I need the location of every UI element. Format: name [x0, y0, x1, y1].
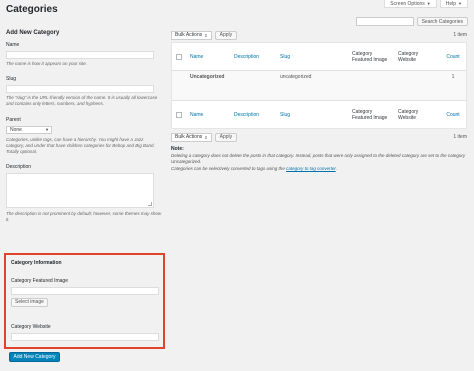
caret-down-icon: ▼ — [458, 1, 462, 6]
tablenav-bottom: Bulk Actions ⇕ Apply 1 item — [171, 132, 467, 142]
resize-handle-icon[interactable] — [148, 202, 152, 207]
tablenav-top: Bulk Actions ⇕ Apply 1 item — [171, 30, 467, 40]
select-all-checkbox-bottom[interactable] — [176, 111, 182, 118]
column-featured-image: Category Featured Image — [352, 50, 388, 63]
category-information-heading: Category Information — [11, 260, 62, 266]
column-name-footer[interactable]: Name — [186, 101, 230, 129]
featured-image-input[interactable] — [11, 287, 159, 295]
apply-button[interactable]: Apply — [214, 30, 238, 40]
name-label: Name — [6, 42, 20, 48]
convert-note-prefix: Categories can be selectively converted … — [171, 165, 287, 171]
featured-image-label: Category Featured Image — [11, 278, 68, 284]
delete-note: Deleting a category does not delete the … — [171, 153, 466, 165]
slug-help: The “slug” is the URL-friendly version o… — [6, 95, 158, 107]
category-notes: Note: Deleting a category does not delet… — [171, 146, 467, 172]
screen-options-label: Screen Options — [390, 0, 425, 7]
apply-button-bottom[interactable]: Apply — [214, 132, 238, 142]
column-description-footer[interactable]: Description — [230, 101, 276, 129]
help-tab[interactable]: Help ▼ — [439, 0, 468, 8]
column-description[interactable]: Description — [230, 43, 276, 71]
page-title: Categories — [6, 4, 58, 15]
table-header-row: Name Description Slug Category Featured … — [171, 43, 467, 71]
category-slug: uncategorized — [280, 74, 312, 80]
select-arrows-icon: ⇕ — [204, 134, 208, 140]
bulk-actions-select[interactable]: Bulk Actions ⇕ — [171, 30, 212, 40]
column-slug[interactable]: Slug — [276, 43, 348, 71]
bulk-actions-label: Bulk Actions — [175, 134, 203, 140]
parent-selected-value: None — [10, 126, 22, 133]
select-all-checkbox[interactable] — [176, 53, 182, 60]
website-input[interactable] — [11, 333, 159, 341]
convert-note-suffix: . — [335, 165, 337, 171]
description-help: The description is not prominent by defa… — [6, 211, 162, 223]
select-arrows-icon: ⇕ — [204, 32, 208, 38]
column-count[interactable]: Count — [440, 43, 467, 71]
category-featured-image — [348, 71, 394, 101]
category-description — [230, 71, 276, 101]
categories-list: Bulk Actions ⇕ Apply 1 item Name Descrip… — [171, 30, 467, 172]
search-box: Search Categories — [355, 17, 468, 26]
category-name-link[interactable]: Uncategorized — [186, 71, 230, 101]
parent-label: Parent — [6, 116, 21, 123]
category-count-link[interactable]: 1 — [440, 71, 467, 101]
name-help: The name is how it appears on your site. — [6, 61, 88, 66]
slug-label: Slug — [6, 76, 17, 83]
name-input[interactable] — [6, 51, 154, 59]
form-title: Add New Category — [6, 30, 60, 36]
search-categories-button[interactable]: Search Categories — [416, 17, 468, 26]
column-featured-image-footer: Category Featured Image — [352, 108, 388, 121]
item-count: 1 item — [453, 32, 467, 38]
screen-meta-links: Screen Options ▼ Help ▼ — [384, 0, 468, 8]
column-count-footer[interactable]: Count — [440, 101, 467, 129]
column-website-footer: Category Website — [398, 108, 419, 121]
category-website — [394, 71, 440, 101]
add-category-form: Add New Category Name The name is how it… — [6, 30, 162, 233]
column-slug-footer[interactable]: Slug — [276, 101, 348, 129]
column-website: Category Website — [398, 50, 419, 63]
category-information-box: Category Information Category Featured I… — [4, 253, 165, 349]
help-label: Help — [445, 0, 457, 7]
note-title: Note: — [171, 146, 184, 152]
column-name[interactable]: Name — [186, 43, 230, 71]
bulk-actions-label: Bulk Actions — [175, 32, 203, 38]
categories-table: Name Description Slug Category Featured … — [171, 42, 467, 129]
item-count-bottom: 1 item — [453, 134, 467, 140]
website-label: Category Website — [11, 324, 51, 330]
table-row: Uncategorized uncategorized 1 — [171, 70, 467, 101]
parent-select[interactable]: None ▼ — [6, 125, 52, 134]
description-label: Description — [6, 164, 32, 171]
parent-help: Categories, unlike tags, can have a hier… — [6, 136, 155, 155]
select-image-button[interactable]: Select image — [11, 298, 48, 307]
table-footer-row: Name Description Slug Category Featured … — [171, 100, 467, 129]
add-new-category-button[interactable]: Add New Category — [9, 352, 60, 362]
screen-options-tab[interactable]: Screen Options ▼ — [384, 0, 437, 8]
chevron-down-icon: ▼ — [45, 127, 49, 133]
bulk-actions-select-bottom[interactable]: Bulk Actions ⇕ — [171, 132, 212, 142]
search-input[interactable] — [355, 17, 414, 26]
description-textarea[interactable] — [6, 173, 154, 209]
tag-converter-link[interactable]: category to tag converter — [286, 166, 336, 171]
slug-input[interactable] — [6, 85, 154, 94]
convert-note: Categories can be selectively converted … — [171, 166, 467, 172]
caret-down-icon: ▼ — [426, 1, 431, 6]
